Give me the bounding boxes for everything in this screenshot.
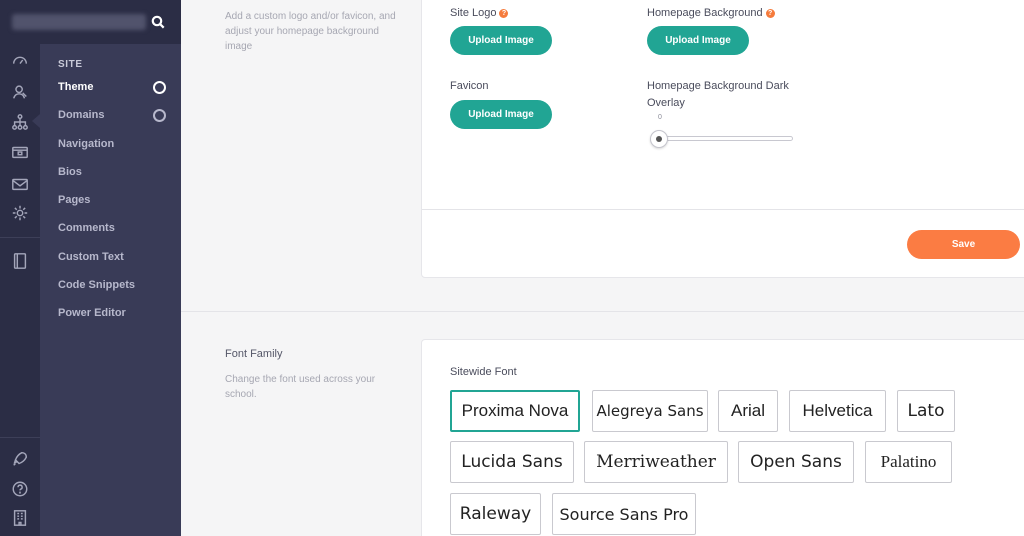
font-family-card: Sitewide Font Proxima Nova Alegreya Sans…: [421, 339, 1024, 536]
font-option-helvetica[interactable]: Helvetica: [789, 390, 886, 432]
font-option-palatino[interactable]: Palatino: [865, 441, 952, 483]
sidebar-item-label: Domains: [58, 109, 105, 121]
font-family-title: Font Family: [225, 348, 283, 360]
site-logo-label: Site Logo?: [450, 5, 509, 22]
font-option-open-sans[interactable]: Open Sans: [738, 441, 854, 483]
overlay-label: Homepage Background Dark Overlay: [647, 80, 789, 109]
font-option-source-sans-pro[interactable]: Source Sans Pro: [552, 493, 696, 535]
book-icon[interactable]: [10, 251, 30, 271]
site-structure-icon[interactable]: [10, 112, 30, 132]
font-option-raleway[interactable]: Raleway: [450, 493, 541, 535]
font-option-proxima-nova[interactable]: Proxima Nova: [450, 390, 580, 432]
section-label: SITE: [58, 59, 83, 70]
font-option-lucida-sans[interactable]: Lucida Sans: [450, 441, 574, 483]
branding-card: Site Logo? Upload Image Homepage Backgro…: [421, 0, 1024, 278]
font-option-arial[interactable]: Arial: [718, 390, 778, 432]
font-option-lato[interactable]: Lato: [897, 390, 955, 432]
main-content: Add a custom logo and/or favicon, and ad…: [181, 0, 1024, 536]
upload-homepage-background-button[interactable]: Upload Image: [647, 26, 749, 55]
icon-rail: [0, 0, 40, 536]
mail-icon[interactable]: [10, 174, 30, 194]
sidebar: SITE Theme Domains Navigation Bios Pages…: [0, 0, 181, 536]
font-option-alegreya-sans[interactable]: Alegreya Sans: [592, 390, 708, 432]
dashboard-icon[interactable]: [10, 50, 30, 70]
rocket-icon[interactable]: [10, 449, 30, 469]
overlay-value: 0: [658, 114, 662, 121]
overlay-slider-handle[interactable]: [650, 130, 668, 148]
sidebar-item-custom-text[interactable]: Custom Text: [58, 251, 124, 263]
card-divider: [422, 209, 1024, 210]
users-icon[interactable]: [10, 82, 30, 102]
upload-site-logo-button[interactable]: Upload Image: [450, 26, 552, 55]
sidebar-item-bios[interactable]: Bios: [58, 166, 82, 178]
sales-icon[interactable]: [10, 142, 30, 162]
sidebar-item-comments[interactable]: Comments: [58, 222, 115, 234]
sidebar-item-domains[interactable]: Domains: [58, 109, 166, 122]
sitewide-font-label: Sitewide Font: [450, 366, 517, 378]
sidebar-item-pages[interactable]: Pages: [58, 194, 90, 206]
sidebar-item-label: Theme: [58, 81, 94, 93]
branding-description: Add a custom logo and/or favicon, and ad…: [225, 11, 396, 52]
sidebar-item-power-editor[interactable]: Power Editor: [58, 307, 126, 319]
overlay-slider-track[interactable]: [662, 136, 793, 141]
status-ring-icon: [153, 81, 166, 94]
help-icon[interactable]: ?: [499, 9, 509, 18]
homepage-background-label: Homepage Background?: [647, 5, 775, 22]
sidebar-item-theme[interactable]: Theme: [58, 81, 166, 94]
favicon-label: Favicon: [450, 80, 489, 92]
sidebar-item-navigation[interactable]: Navigation: [58, 138, 114, 150]
sidebar-header: [0, 0, 181, 44]
active-pointer: [32, 114, 40, 128]
font-option-merriweather[interactable]: Merriweather: [584, 441, 728, 483]
section-divider: [181, 311, 1024, 312]
sidebar-item-code-snippets[interactable]: Code Snippets: [58, 279, 135, 291]
search-icon[interactable]: [151, 15, 165, 29]
help-icon[interactable]: ?: [765, 9, 775, 18]
font-family-description: Change the font used across your school.: [225, 374, 376, 400]
help-icon[interactable]: [10, 479, 30, 499]
status-ring-icon: [153, 109, 166, 122]
upload-favicon-button[interactable]: Upload Image: [450, 100, 552, 129]
school-name[interactable]: [12, 14, 146, 30]
building-icon[interactable]: [10, 508, 30, 528]
save-button[interactable]: Save: [907, 230, 1020, 259]
gear-icon[interactable]: [10, 203, 30, 223]
